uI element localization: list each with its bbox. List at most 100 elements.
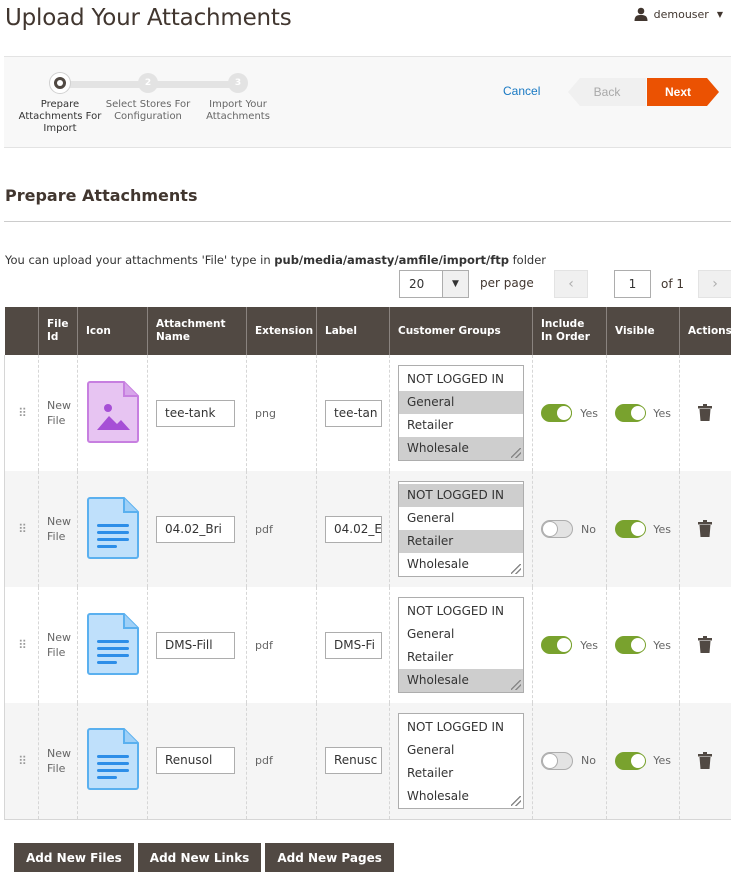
drag-handle[interactable]: ⠿ <box>4 587 39 703</box>
attachment-name-input[interactable]: 04.02_Bri <box>156 515 235 543</box>
label-input[interactable]: Renusc <box>325 747 382 775</box>
pager: 20 ▼ per page ‹ 1 of 1 › <box>0 270 731 298</box>
image-file-icon <box>86 380 139 447</box>
customer-group-option[interactable]: Wholesale <box>399 785 523 808</box>
customer-groups-multiselect[interactable]: NOT LOGGED IN General Retailer Wholesale <box>398 712 524 809</box>
visible-toggle[interactable] <box>615 636 646 654</box>
resize-handle-icon[interactable] <box>511 795 521 806</box>
wizard-step-label: Import Your Attachments <box>206 99 270 122</box>
customer-group-option[interactable]: General <box>399 391 523 414</box>
attachment-name-cell: 04.02_Bri <box>147 471 247 587</box>
resize-handle-icon[interactable] <box>511 680 521 690</box>
include-in-order-toggle[interactable] <box>541 636 573 654</box>
include-in-order-toggle[interactable] <box>541 751 573 770</box>
drag-handle[interactable]: ⠿ <box>4 471 39 587</box>
customer-groups-multiselect[interactable]: NOT LOGGED IN General Retailer Wholesale <box>398 365 524 461</box>
previous-page-button[interactable]: ‹ <box>554 270 588 298</box>
customer-group-option[interactable]: Retailer <box>399 762 523 785</box>
label-cell: 04.02_E <box>316 471 390 587</box>
customer-group-option[interactable]: NOT LOGGED IN <box>399 716 523 739</box>
visible-toggle[interactable] <box>615 520 646 538</box>
step-indicator: 3 <box>228 73 248 93</box>
customer-group-option[interactable]: NOT LOGGED IN <box>399 368 523 391</box>
column-header: Visible <box>606 307 680 355</box>
column-header: Icon <box>77 307 148 355</box>
column-header: Customer Groups <box>389 307 533 355</box>
next-page-button[interactable]: › <box>698 270 731 298</box>
customer-group-option[interactable]: Retailer <box>399 414 523 437</box>
customer-group-option[interactable]: NOT LOGGED IN <box>399 600 523 623</box>
column-header: File Id <box>38 307 78 355</box>
file-id-cell: New File <box>38 703 78 820</box>
customer-group-option[interactable]: General <box>399 623 523 646</box>
customer-groups-cell: NOT LOGGED IN General Retailer Wholesale <box>389 471 533 587</box>
label-input[interactable]: 04.02_E <box>325 515 382 543</box>
page-number-input[interactable]: 1 <box>614 270 651 298</box>
customer-group-option[interactable]: NOT LOGGED IN <box>399 484 523 507</box>
actions-cell <box>679 355 731 471</box>
actions-cell <box>679 587 731 703</box>
attachment-name-input[interactable]: tee-tank <box>156 399 235 427</box>
drag-handle-icon[interactable]: ⠿ <box>13 638 30 652</box>
user-menu[interactable]: demouser ▼ <box>634 7 723 21</box>
include-in-order-toggle[interactable] <box>541 520 573 538</box>
file-extension: pdf <box>255 522 273 536</box>
section-title: Prepare Attachments <box>5 186 198 205</box>
extension-cell: pdf <box>246 471 317 587</box>
toggle-label: Yes <box>653 638 671 652</box>
visible-toggle[interactable] <box>615 751 646 770</box>
icon-cell <box>77 471 148 587</box>
resize-handle-icon[interactable] <box>511 564 521 574</box>
add-new-files-button[interactable]: Add New Files <box>14 843 134 872</box>
visible-toggle[interactable] <box>615 404 646 422</box>
add-new-pages-button[interactable]: Add New Pages <box>265 843 394 872</box>
file-extension: pdf <box>255 638 273 652</box>
step-indicator: 2 <box>138 73 158 93</box>
back-button[interactable]: Back <box>568 78 646 106</box>
trash-icon[interactable] <box>697 636 714 654</box>
chevron-down-icon: ▼ <box>716 9 723 19</box>
trash-icon[interactable] <box>697 520 714 538</box>
customer-group-option[interactable]: Retailer <box>399 530 523 553</box>
wizard-step-3[interactable]: 3 Import Your Attachments <box>193 73 283 123</box>
drag-handle[interactable]: ⠿ <box>4 703 39 820</box>
label-input[interactable]: tee-tan <box>325 399 382 427</box>
customer-groups-multiselect[interactable]: NOT LOGGED IN General Retailer Wholesale <box>398 597 524 693</box>
customer-group-option[interactable]: General <box>399 507 523 530</box>
attachment-name-cell: tee-tank <box>147 355 247 471</box>
drag-handle-icon[interactable]: ⠿ <box>13 522 30 536</box>
visible-cell: Yes <box>606 355 680 471</box>
customer-group-option[interactable]: General <box>399 739 523 762</box>
add-new-links-button[interactable]: Add New Links <box>137 843 262 872</box>
cancel-button[interactable]: Cancel <box>503 84 540 98</box>
customer-group-option[interactable]: Retailer <box>399 646 523 669</box>
wizard-step-2[interactable]: 2 Select Stores For Configuration <box>103 73 193 123</box>
attachment-name-input[interactable]: DMS-Fill <box>156 631 235 659</box>
attachment-name-input[interactable]: Renusol <box>156 747 235 775</box>
include-in-order-cell: Yes <box>532 587 607 703</box>
customer-groups-multiselect[interactable]: NOT LOGGED IN General Retailer Wholesale <box>398 481 524 577</box>
drag-handle[interactable]: ⠿ <box>4 355 39 471</box>
include-in-order-cell: Yes <box>532 355 607 471</box>
customer-group-option[interactable]: Wholesale <box>399 437 523 460</box>
extension-cell: png <box>246 355 317 471</box>
document-file-icon <box>86 727 139 794</box>
label-input[interactable]: DMS-Fi <box>325 631 382 659</box>
import-wizard: Prepare Attachments For Import 2 Select … <box>4 56 731 148</box>
include-in-order-toggle[interactable] <box>541 404 573 422</box>
attachment-name-cell: Renusol <box>147 703 247 820</box>
next-button[interactable]: Next <box>647 78 719 106</box>
chevron-down-icon[interactable]: ▼ <box>442 271 468 297</box>
drag-handle-icon[interactable]: ⠿ <box>13 754 30 768</box>
drag-handle-icon[interactable]: ⠿ <box>13 406 30 420</box>
trash-icon[interactable] <box>697 404 714 422</box>
toggle-label: No <box>581 754 596 768</box>
icon-cell <box>77 703 148 820</box>
customer-group-option[interactable]: Wholesale <box>399 669 523 692</box>
column-header: Label <box>316 307 390 355</box>
per-page-select[interactable]: 20 ▼ <box>399 270 469 298</box>
trash-icon[interactable] <box>697 751 714 770</box>
resize-handle-icon[interactable] <box>511 448 521 458</box>
wizard-step-1[interactable]: Prepare Attachments For Import <box>15 73 105 135</box>
customer-group-option[interactable]: Wholesale <box>399 553 523 576</box>
